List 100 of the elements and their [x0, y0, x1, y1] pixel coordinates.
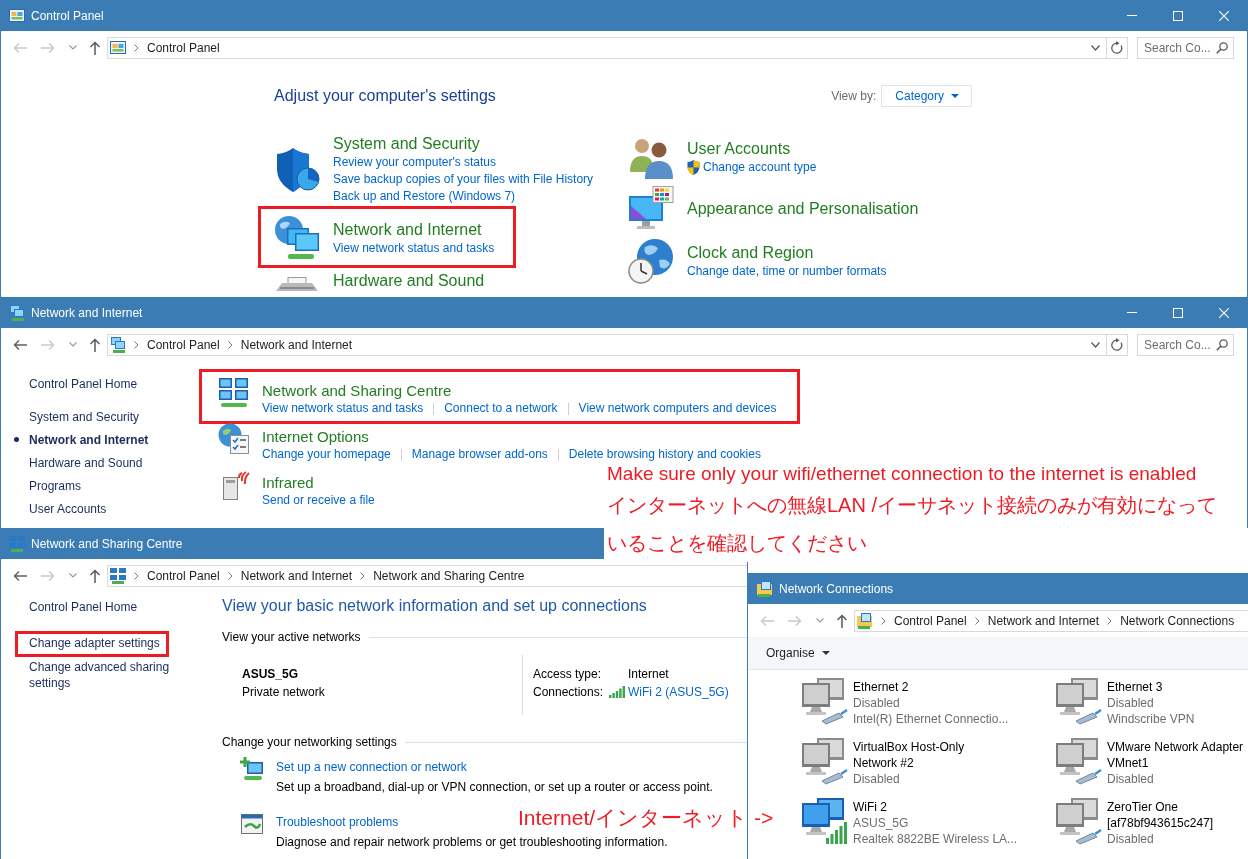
nav-link[interactable]: Network and Internet	[29, 432, 149, 447]
field-value: Internet	[628, 666, 669, 683]
chevron-down-icon[interactable]	[1091, 44, 1100, 51]
instruction-text: インターネットへの無線LAN /イーサネット接続のみが有効になっていることを確認してください	[607, 493, 1219, 556]
maximize-icon[interactable]	[1173, 307, 1183, 318]
caret-icon	[821, 651, 830, 655]
chevron-down-icon[interactable]	[1091, 341, 1100, 348]
section-link[interactable]: Connect to a network	[444, 400, 558, 417]
computers-signal-icon[interactable]	[800, 797, 848, 845]
task-link[interactable]: Set up a new connection or network	[276, 760, 467, 774]
adapter-name[interactable]: Ethernet 2	[853, 679, 992, 695]
computers-plug-icon[interactable]	[1054, 797, 1102, 845]
window-title: Network and Internet	[31, 305, 143, 320]
up-arrow-icon[interactable]	[89, 40, 101, 55]
breadcrumb-item[interactable]: Network and Sharing Centre	[373, 568, 525, 583]
signal-icon	[609, 686, 625, 698]
breadcrumb-item[interactable]: Network and Internet	[987, 613, 1100, 628]
category-title[interactable]: User Accounts	[687, 138, 817, 159]
chevron-right-icon[interactable]	[1107, 616, 1113, 625]
window-title: Control Panel	[31, 8, 104, 23]
nav-link[interactable]: Control Panel Home	[29, 376, 138, 391]
close-icon[interactable]	[1219, 10, 1229, 21]
address-bar[interactable]: Control Panel Network and Internet	[107, 333, 1128, 356]
category-link[interactable]: Save backup copies of your files with File History	[333, 171, 594, 188]
search-field[interactable]: Search Co...	[1137, 333, 1234, 356]
chevron-right-icon[interactable]	[881, 616, 886, 625]
chevron-right-icon[interactable]	[227, 571, 233, 580]
category-title[interactable]: Network and Internet	[333, 219, 495, 240]
left-arrow-icon[interactable]	[13, 338, 27, 351]
section-link[interactable]: View network computers and devices	[578, 400, 777, 417]
category-title[interactable]: Appearance and Personalisation	[687, 199, 919, 219]
computers-plug-icon[interactable]	[1054, 737, 1102, 785]
chevron-right-icon[interactable]	[134, 571, 139, 580]
up-arrow-icon[interactable]	[836, 613, 848, 628]
search-icon[interactable]	[1216, 338, 1228, 351]
section-title[interactable]: Infrared	[262, 473, 375, 492]
close-icon[interactable]	[1219, 307, 1229, 318]
nav-link[interactable]: Hardware and Sound	[29, 455, 143, 470]
breadcrumb-item[interactable]: Network and Internet	[240, 568, 353, 583]
globe-monitors-icon	[274, 215, 320, 261]
left-arrow-icon[interactable]	[13, 569, 27, 582]
monitors-icon	[110, 336, 126, 353]
breadcrumb-item[interactable]: Control Panel	[147, 337, 220, 352]
section-title[interactable]: Internet Options	[262, 427, 761, 446]
nav-link[interactable]: User Accounts	[29, 501, 107, 516]
search-field[interactable]: Search Co...	[1137, 36, 1234, 59]
category-link[interactable]: Change date, time or number formats	[687, 262, 887, 280]
nav-link[interactable]: Control Panel Home	[29, 599, 138, 615]
section-link[interactable]: Send or receive a file	[262, 492, 375, 509]
connection-link[interactable]: WiFi 2 (ASUS_5G)	[628, 683, 729, 701]
section-title[interactable]: Network and Sharing Centre	[262, 381, 777, 400]
computers-plug-icon[interactable]	[1054, 677, 1102, 725]
network-type: Private network	[242, 684, 326, 701]
up-arrow-icon[interactable]	[89, 568, 101, 583]
category-link[interactable]: Change account type	[703, 158, 817, 176]
task-link[interactable]: Troubleshoot problems	[276, 815, 399, 829]
address-bar[interactable]: Control Panel Network and Internet Network Connections	[854, 609, 1248, 632]
breadcrumb-item[interactable]: Network and Internet	[240, 337, 353, 352]
organise-button[interactable]: Organise	[766, 646, 830, 660]
category-title[interactable]: Hardware and Sound	[333, 271, 485, 291]
section-link[interactable]: View network status and tasks	[262, 400, 424, 417]
adapter-name[interactable]: WiFi 2	[853, 799, 992, 815]
chevron-right-icon[interactable]	[360, 571, 366, 580]
chevron-right-icon[interactable]	[227, 340, 233, 349]
category-title[interactable]: System and Security	[333, 134, 594, 154]
adapter-name[interactable]: VMware Network Adapter VMnet1	[1107, 739, 1246, 771]
category-link[interactable]: View network status and tasks	[333, 239, 495, 257]
computers-plug-icon[interactable]	[800, 677, 848, 725]
breadcrumb-item[interactable]: Control Panel	[894, 613, 967, 628]
breadcrumb-item[interactable]: Control Panel	[147, 568, 220, 583]
category-title[interactable]: Clock and Region	[687, 242, 887, 263]
caret-icon	[951, 94, 959, 98]
breadcrumb-item[interactable]: Control Panel	[147, 40, 220, 55]
breadcrumb-item[interactable]: Network Connections	[1120, 613, 1235, 628]
category-link[interactable]: Back up and Restore (Windows 7)	[333, 188, 516, 205]
window-title: Network and Sharing Centre	[31, 536, 183, 551]
monitor-grid-icon	[218, 377, 250, 409]
chevron-right-icon[interactable]	[134, 340, 139, 349]
page-heading: Adjust your computer's settings	[274, 87, 496, 105]
up-arrow-icon[interactable]	[89, 337, 101, 352]
task-description: Set up a broadband, dial-up or VPN connection, or set up a router or access point.	[276, 779, 713, 796]
computers-plug-icon[interactable]	[800, 737, 848, 785]
adapter-name[interactable]: VirtualBox Host-Only Network #2	[853, 739, 992, 771]
chevron-right-icon[interactable]	[134, 43, 139, 52]
address-bar[interactable]: Control Panel	[107, 36, 1128, 59]
nav-link[interactable]: Change adapter settings	[29, 635, 160, 651]
nav-link[interactable]: Programs	[29, 478, 81, 493]
section-link[interactable]: Manage browser add-ons	[411, 446, 548, 463]
section-link[interactable]: Change your homepage	[262, 446, 391, 463]
search-icon[interactable]	[1216, 41, 1228, 54]
adapter-name[interactable]: ZeroTier One [af78bf943615c247]	[1107, 799, 1246, 831]
section-link[interactable]: Delete browsing history and cookies	[568, 446, 761, 463]
adapter-name[interactable]: Ethernet 3	[1107, 679, 1195, 695]
maximize-icon[interactable]	[1173, 10, 1183, 21]
nav-link[interactable]: System and Security	[29, 409, 140, 424]
category-link[interactable]: Review your computer's status	[333, 154, 497, 171]
chevron-right-icon[interactable]	[974, 616, 980, 625]
address-bar[interactable]: Control Panel Network and Internet Network and Sharing Centre	[107, 564, 747, 587]
view-by-dropdown[interactable]: Category	[881, 85, 972, 107]
nav-link[interactable]: Change advanced sharing settings	[29, 659, 179, 691]
